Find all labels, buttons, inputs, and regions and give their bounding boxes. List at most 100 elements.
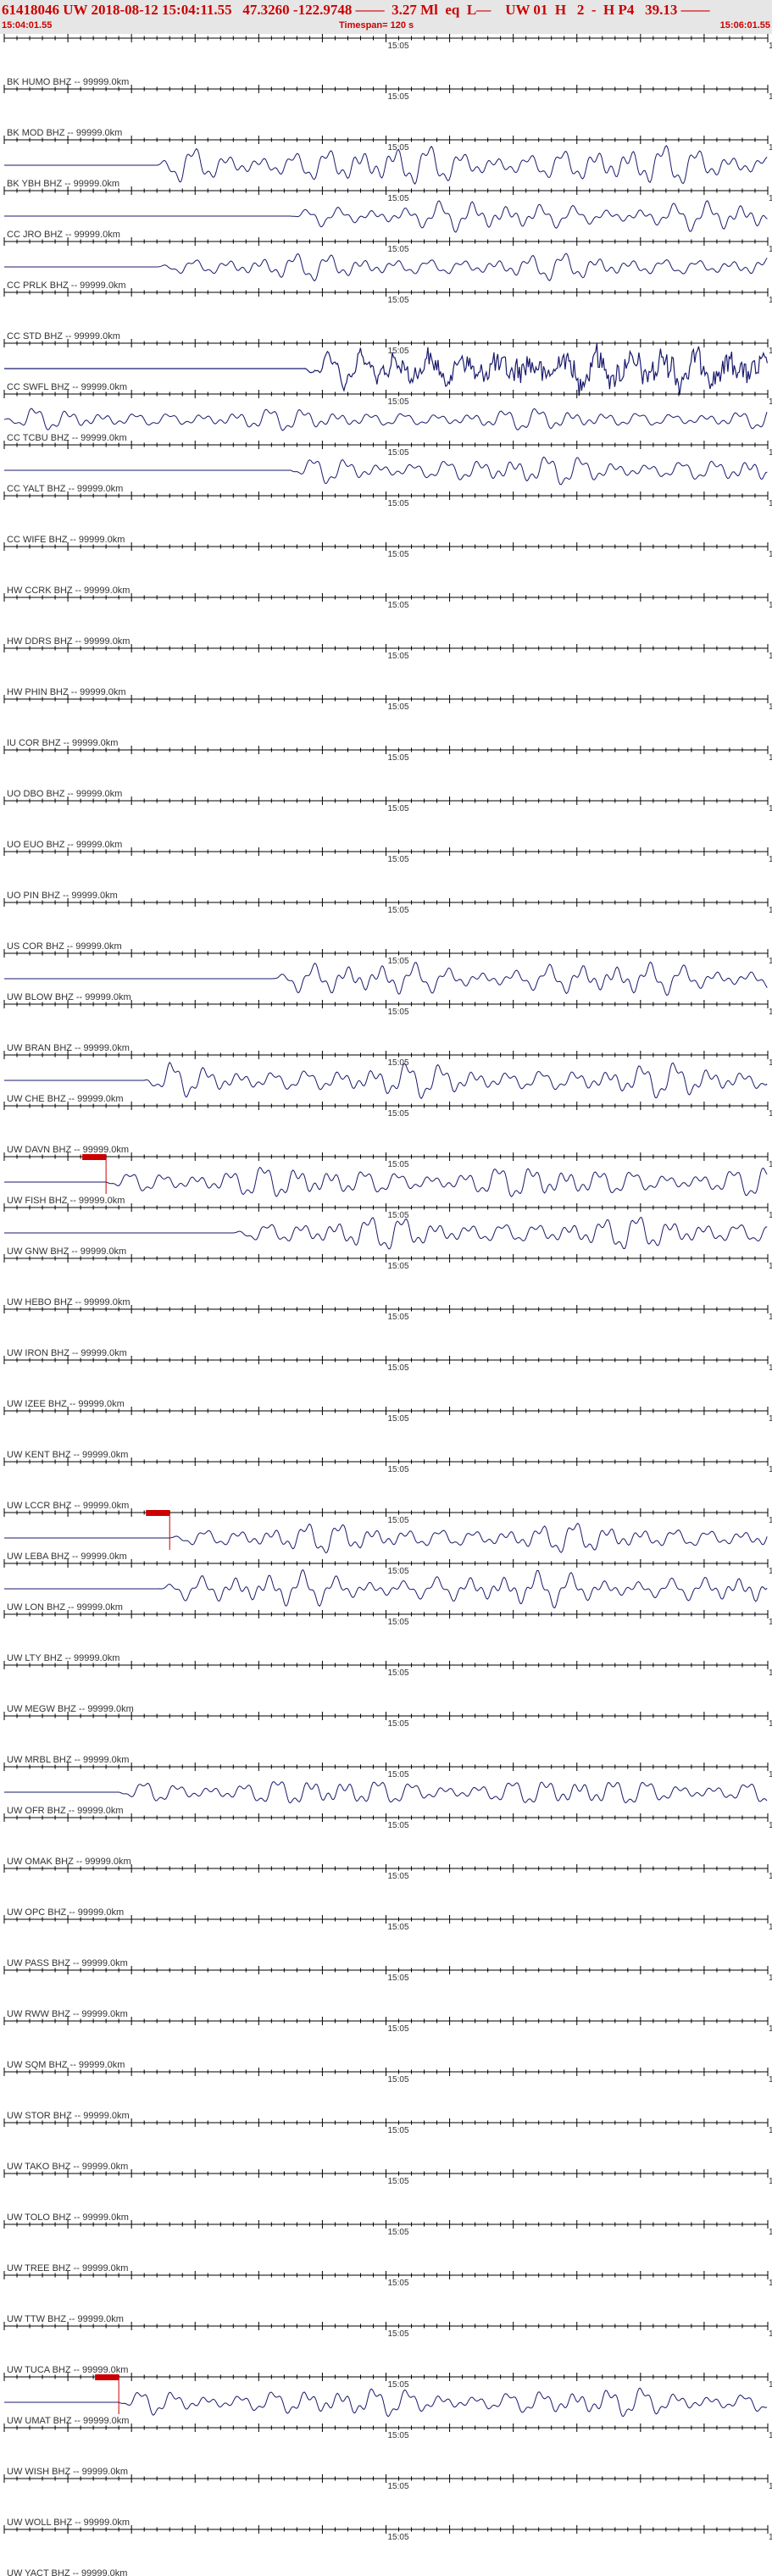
waveform-trace [4,200,768,233]
mid-tick-label: 15:05 [388,2228,409,2237]
mid-tick-label: 15:05 [388,1160,409,1169]
mid-tick-label: 15:05 [388,143,409,153]
mid-tick-label: 15:05 [388,2329,409,2339]
right-label: 1 [769,1668,772,1678]
mid-tick-label: 15:05 [388,2482,409,2491]
mid-tick-label: 15:05 [388,1109,409,1119]
right-label: 1 [769,1363,772,1373]
station-row: 15:05 1 UW TTW BHZ -- 99999.0km [3,2271,772,2324]
right-label: 1 [769,601,772,610]
station-label: UW SQM BHZ -- 99999.0km [7,2060,125,2070]
station-label: CC SWFL BHZ -- 99999.0km [7,382,127,392]
right-label: 1 [769,2024,772,2034]
right-label: 1 [769,448,772,458]
right-label: 1 [769,1872,772,1881]
right-label: 1 [769,2533,772,2542]
mid-tick-label: 15:05 [388,2533,409,2542]
station-label: UW LON BHZ -- 99999.0km [7,1602,123,1613]
mid-tick-label: 15:05 [388,2380,409,2390]
mid-tick-label: 15:05 [388,702,409,712]
station-row: 15:05 1 UW WISH BHZ -- 99999.0km [3,2423,772,2477]
station-row: 15:05 1 US COR BHZ -- 99999.0km [3,898,772,952]
mid-tick-label: 15:05 [388,2126,409,2135]
waveform-trace [4,1166,768,1197]
mid-tick-label: 15:05 [388,1516,409,1525]
station-row: 15:05 1 CC YALT BHZ -- 99999.0km [3,441,772,494]
timespan-label: Timespan= 120 s [339,20,414,31]
right-label: 1 [769,957,772,966]
station-label: UW LEBA BHZ -- 99999.0km [7,1552,127,1562]
waveform-trace [4,456,768,486]
station-label: UW RWW BHZ -- 99999.0km [7,2009,128,2019]
station-label: HW CCRK BHZ -- 99999.0km [7,586,130,596]
right-label: 1 [769,1770,772,1779]
station-row: 15:05 1 BK MOD BHZ -- 99999.0km [3,85,772,138]
mid-tick-label: 15:05 [388,1719,409,1729]
right-label: 1 [769,1414,772,1424]
station-label: UW TTW BHZ -- 99999.0km [7,2314,124,2324]
mid-tick-label: 15:05 [388,2431,409,2440]
right-label: 1 [769,1058,772,1068]
station-label: UW IZEE BHZ -- 99999.0km [7,1399,125,1409]
mid-tick-label: 15:05 [388,855,409,864]
right-label: 1 [769,855,772,864]
mid-tick-label: 15:05 [388,2024,409,2034]
right-label: 1 [769,194,772,203]
right-label: 1 [769,1618,772,1627]
right-label: 1 [769,2126,772,2135]
event-title: 61418046 UW 2018-08-12 15:04:11.55 47.32… [2,2,710,18]
station-row: 15:05 1 HW PHIN BHZ -- 99999.0km [3,644,772,697]
station-row: 15:05 1 UW IZEE BHZ -- 99999.0km [3,1356,772,1409]
right-label: 1 [769,2177,772,2186]
station-row: 15:05 1 CC JRO BHZ -- 99999.0km [3,186,772,240]
mid-tick-label: 15:05 [388,2075,409,2085]
right-label: 1 [769,1262,772,1271]
station-label: UW YACT BHZ -- 99999.0km [7,2568,127,2576]
mid-tick-label: 15:05 [388,1872,409,1881]
station-row: 15:05 1UW CHE BHZ -- 99999.0km [3,1051,772,1104]
waveform-trace [4,1217,768,1250]
right-label: 1 [769,42,772,51]
station-row: 15:05 1 UW YACT BHZ -- 99999.0km [3,2525,772,2576]
end-time: 15:06:01.55 [719,20,770,31]
mid-tick-label: 15:05 [388,1414,409,1424]
station-label: CC TCBU BHZ -- 99999.0km [7,433,127,443]
station-row: 15:05 1UW GNW BHZ -- 99999.0km [3,1203,772,1257]
station-row: 15:05 1 UW HEBO BHZ -- 99999.0km [3,1254,772,1307]
right-label: 1 [769,296,772,305]
right-label: 1 [769,804,772,813]
mid-tick-label: 15:05 [388,1923,409,1932]
station-row: 15:05 1UW UMAT BHZ -- 99999.0km [3,2373,772,2426]
mid-tick-label: 15:05 [388,906,409,915]
station-label: UW FISH BHZ -- 99999.0km [7,1196,125,1206]
mid-tick-label: 15:05 [388,652,409,661]
mid-tick-label: 15:05 [388,1618,409,1627]
right-label: 1 [769,1821,772,1830]
station-label: BK MOD BHZ -- 99999.0km [7,128,122,138]
mid-tick-label: 15:05 [388,1262,409,1271]
station-row: 15:05 1UW TOLO BHZ -- 99999.0km [3,2169,772,2223]
station-row: 15:05 1 CC TCBU BHZ -- 99999.0km [3,390,772,443]
mid-tick-label: 15:05 [388,245,409,254]
station-label: UW MEGW BHZ -- 99999.0km [7,1704,134,1714]
station-row: 15:05 1UW MRBL BHZ -- 99999.0km [3,1712,772,1765]
station-label: US COR BHZ -- 99999.0km [7,941,122,952]
right-label: 1 [769,1516,772,1525]
station-row: 15:05 1 CC WIFE BHZ -- 99999.0km [3,491,772,545]
station-label: UW PASS BHZ -- 99999.0km [7,1958,128,1968]
station-row: 15:05 1 UW LTY BHZ -- 99999.0km [3,1610,772,1663]
station-row: 15:05 1 UW OPC BHZ -- 99999.0km [3,1864,772,1918]
mid-tick-label: 15:05 [388,92,409,102]
station-row: 15:05 1UW DAVN BHZ -- 99999.0km [3,1102,772,1155]
station-label: UW WISH BHZ -- 99999.0km [7,2467,128,2477]
station-row: 15:05 1 HW DDRS BHZ -- 99999.0km [3,593,772,647]
right-label: 1 [769,1008,772,1017]
station-label: HW PHIN BHZ -- 99999.0km [7,687,126,697]
mid-tick-label: 15:05 [388,601,409,610]
pick-flag [82,1154,107,1160]
station-label: CC STD BHZ -- 99999.0km [7,331,120,341]
start-time: 15:04:01.55 [2,20,53,31]
mid-tick-label: 15:05 [388,448,409,458]
station-row: 15:05 1UW TREE BHZ -- 99999.0km [3,2220,772,2273]
mid-tick-label: 15:05 [388,1363,409,1373]
